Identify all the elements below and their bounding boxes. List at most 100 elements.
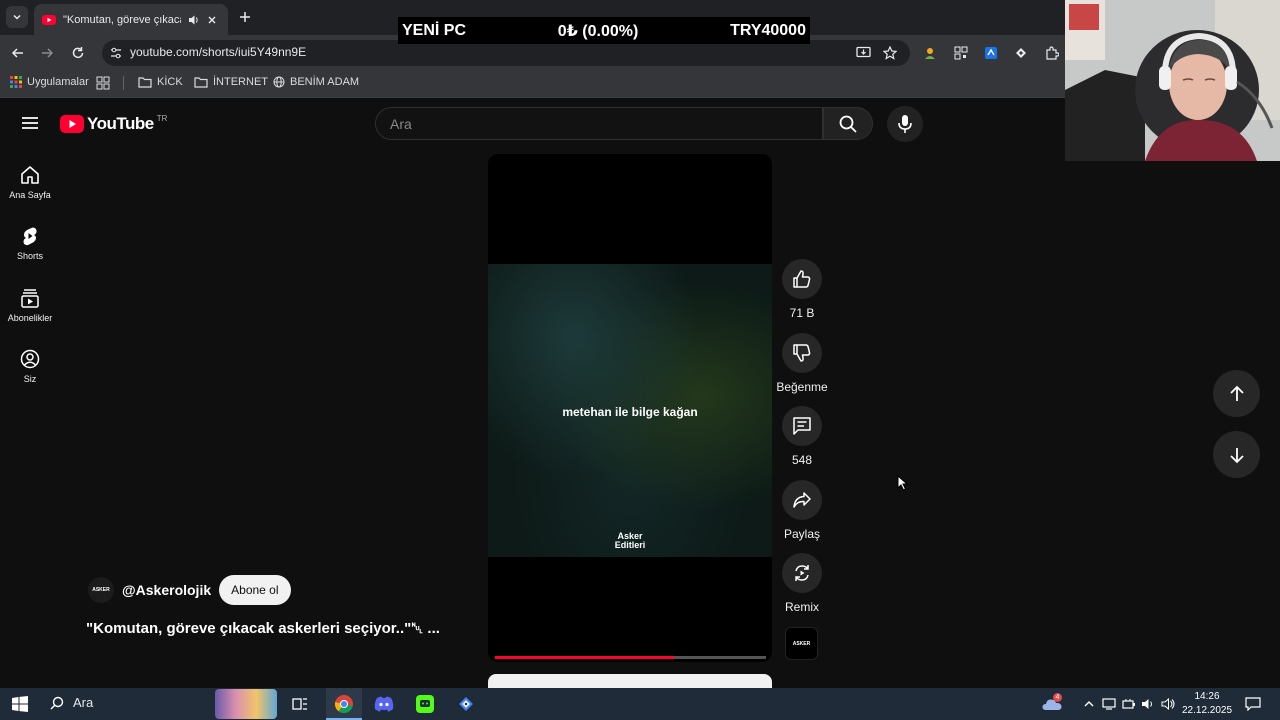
webcam-overlay — [1065, 0, 1280, 161]
bookmark-benim-adam[interactable]: BENİM ADAM — [273, 76, 359, 88]
chevron-down-icon — [13, 14, 21, 20]
sound-source-thumbnail[interactable]: ASKER — [785, 627, 818, 660]
cursor-icon — [897, 475, 909, 491]
apps-grid-icon — [10, 76, 22, 88]
windows-logo-icon — [12, 696, 28, 712]
reload-button[interactable] — [69, 44, 87, 62]
taskbar-discord[interactable] — [372, 692, 396, 716]
bookmark-star-icon[interactable] — [882, 45, 898, 61]
kick-app-icon — [416, 695, 434, 713]
next-short-button[interactable] — [1213, 431, 1260, 478]
channel-handle[interactable]: @Askerolojik — [122, 582, 211, 598]
next-short-preview[interactable] — [488, 674, 772, 688]
shorts-icon — [23, 227, 37, 246]
comment-icon — [793, 417, 811, 435]
guide-menu-button[interactable] — [20, 115, 40, 131]
tab-search-button[interactable] — [6, 6, 28, 28]
chevron-up-icon — [1084, 701, 1094, 707]
taskbar-chrome[interactable] — [332, 692, 356, 716]
search-box[interactable] — [375, 107, 823, 140]
taskbar-app-tool[interactable] — [454, 692, 478, 716]
ticker-name: YENİ PC — [402, 21, 467, 39]
remix-action[interactable]: Remix — [778, 553, 826, 614]
browser-tab-active[interactable]: "Komutan, göreve çıkacak as — [34, 4, 228, 35]
notification-center-button[interactable] — [1241, 692, 1265, 716]
tool-app-icon — [459, 697, 473, 711]
thumbs-down-icon — [793, 344, 811, 362]
shorts-video-player[interactable]: metehan ile bilge kağan Asker Editleri — [488, 154, 772, 662]
bookmark-divider — [123, 76, 124, 90]
bookmark-folder-kick[interactable]: KİCK — [138, 76, 183, 88]
sidebar-item-shorts[interactable]: Shorts — [4, 226, 56, 261]
comments-action[interactable]: 548 — [778, 406, 826, 467]
reload-icon — [72, 47, 84, 59]
search-icon — [50, 696, 64, 709]
install-app-icon[interactable] — [855, 45, 871, 61]
search-highlights-image[interactable] — [215, 689, 277, 719]
close-tab-icon[interactable] — [207, 15, 217, 25]
youtube-logo-icon — [60, 115, 84, 133]
sidebar-item-you[interactable]: Siz — [4, 349, 56, 384]
comment-count: 548 — [791, 453, 813, 467]
arrow-down-icon — [1229, 447, 1244, 463]
bookmark-apps[interactable]: Uygulamalar — [10, 76, 89, 88]
youtube-logo[interactable]: YouTube TR — [60, 114, 167, 134]
sidebar-item-label: Abonelikler — [7, 313, 53, 323]
notification-icon — [1245, 697, 1261, 711]
task-view-icon — [292, 698, 307, 710]
extension-user-icon[interactable] — [922, 45, 938, 61]
sidebar-item-label: Siz — [23, 374, 37, 384]
task-view-button[interactable] — [288, 692, 312, 716]
extension-diamond-icon[interactable] — [1013, 45, 1029, 61]
extensions-puzzle-icon[interactable] — [1044, 45, 1060, 61]
channel-avatar[interactable]: ASKER — [88, 577, 114, 603]
like-action[interactable]: 71 B — [778, 259, 826, 320]
comments-button[interactable] — [782, 406, 822, 446]
taskbar-search[interactable]: Ara — [50, 695, 93, 710]
thumbs-up-icon — [793, 270, 811, 288]
share-label: Paylaş — [783, 527, 821, 541]
clock-date: 22.12.2025 — [1182, 705, 1233, 716]
like-button[interactable] — [782, 259, 822, 299]
extension-blue-icon[interactable] — [983, 45, 999, 61]
video-title[interactable]: "Komutan, göreve çıkacak askerleri seçiy… — [86, 620, 440, 637]
dislike-button[interactable] — [782, 333, 822, 373]
back-button[interactable] — [9, 44, 27, 62]
mouse-cursor — [897, 475, 909, 491]
folder-icon — [194, 77, 208, 88]
extension-qr-icon[interactable] — [953, 45, 969, 61]
plus-icon — [240, 12, 250, 22]
share-button[interactable] — [782, 480, 822, 520]
speaker-icon[interactable] — [188, 14, 200, 26]
forward-button[interactable] — [38, 44, 56, 62]
sidebar-item-label: Ana Sayfa — [9, 190, 51, 200]
site-settings-icon[interactable] — [109, 46, 123, 60]
video-watermark: Asker Editleri — [614, 531, 646, 550]
bookmark-folder-internet[interactable]: İNTERNET — [194, 76, 268, 88]
country-code: TR — [156, 113, 168, 123]
new-tab-button[interactable] — [236, 8, 254, 26]
voice-search-button[interactable] — [887, 106, 923, 142]
search-icon — [839, 115, 857, 133]
tab-groups-icon[interactable] — [96, 76, 110, 90]
previous-short-button[interactable] — [1213, 370, 1260, 417]
system-clock[interactable]: 14:26 22.12.2025 — [1182, 690, 1232, 718]
dislike-label: Beğenme — [776, 380, 828, 394]
share-action[interactable]: Paylaş — [778, 480, 826, 541]
start-button[interactable] — [8, 692, 32, 716]
dislike-action[interactable]: Beğenme — [776, 333, 828, 394]
video-caption: metehan ile bilge kağan — [562, 405, 698, 419]
search-button[interactable] — [823, 107, 873, 140]
speaker-tray-icon[interactable] — [1156, 692, 1180, 716]
taskbar-kick[interactable] — [413, 692, 437, 716]
url-text[interactable]: youtube.com/shorts/iui5Y49nn9E — [130, 45, 306, 59]
hamburger-menu-icon — [22, 117, 38, 129]
search-input[interactable] — [376, 108, 810, 139]
taskbar-search-label: Ara — [73, 695, 94, 710]
sidebar-item-subscriptions[interactable]: Abonelikler — [4, 288, 56, 323]
sidebar-item-home[interactable]: Ana Sayfa — [4, 165, 56, 200]
subscribe-button[interactable]: Abone ol — [219, 575, 291, 605]
share-icon — [793, 492, 811, 508]
remix-button[interactable] — [782, 553, 822, 593]
ticker-change: 0₺ (0.00%) — [557, 22, 639, 40]
